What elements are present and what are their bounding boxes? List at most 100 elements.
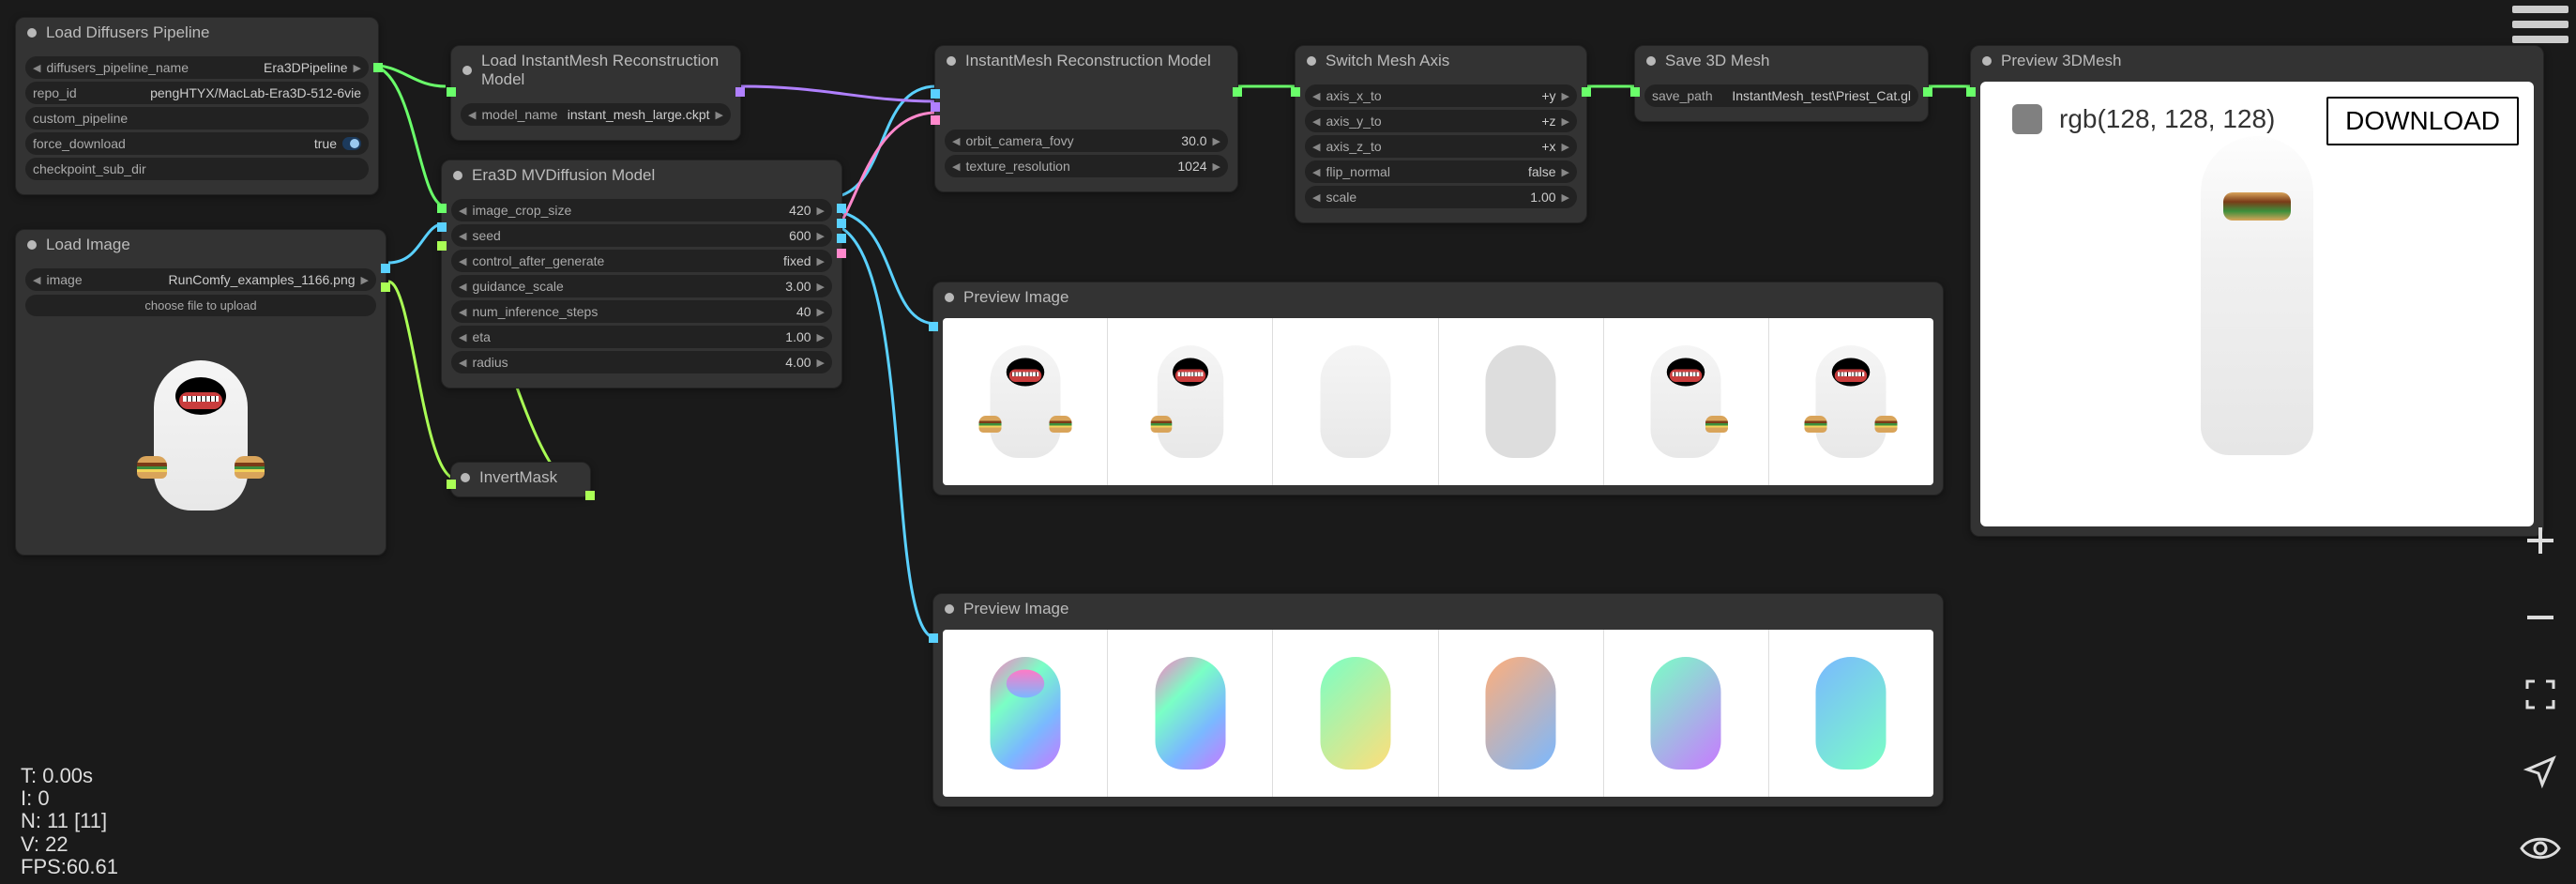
field-image-crop-size[interactable]: ◀ image_crop_size 420 ▶ — [451, 199, 832, 221]
chevron-left-icon[interactable]: ◀ — [459, 306, 466, 318]
chevron-right-icon[interactable]: ▶ — [716, 109, 723, 121]
collapse-dot-icon[interactable] — [461, 473, 470, 482]
node-header[interactable]: Load InstantMesh Reconstruction Model — [451, 46, 740, 95]
node-header[interactable]: Era3D MVDiffusion Model — [442, 160, 841, 191]
field-model-name[interactable]: ◀ model_name instant_mesh_large.ckpt ▶ — [461, 103, 731, 126]
collapse-dot-icon[interactable] — [1982, 56, 1992, 66]
chevron-left-icon[interactable]: ◀ — [459, 255, 466, 267]
collapse-dot-icon[interactable] — [453, 171, 462, 180]
chevron-right-icon[interactable]: ▶ — [1213, 135, 1220, 147]
node-header[interactable]: Preview 3DMesh — [1971, 46, 2543, 76]
output-port[interactable] — [1923, 87, 1932, 97]
input-port-2[interactable] — [931, 102, 940, 112]
collapse-dot-icon[interactable] — [1307, 56, 1316, 66]
field-diffusers-pipeline-name[interactable]: ◀ diffusers_pipeline_name Era3DPipeline … — [25, 56, 369, 79]
chevron-left-icon[interactable]: ◀ — [952, 160, 960, 173]
chevron-left-icon[interactable]: ◀ — [1312, 90, 1320, 102]
field-guidance-scale[interactable]: ◀ guidance_scale 3.00 ▶ — [451, 275, 832, 297]
field-num-inference-steps[interactable]: ◀ num_inference_steps 40 ▶ — [451, 300, 832, 323]
input-port-image[interactable] — [437, 222, 447, 232]
input-port-1[interactable] — [931, 89, 940, 99]
node-header[interactable]: InvertMask — [451, 463, 590, 493]
output-port-2[interactable] — [837, 219, 846, 228]
field-axis-x-to[interactable]: ◀ axis_x_to +y ▶ — [1305, 84, 1577, 107]
node-era3d-mvdiffusion-model[interactable]: Era3D MVDiffusion Model ◀ image_crop_siz… — [441, 160, 842, 389]
field-control-after-generate[interactable]: ◀ control_after_generate fixed ▶ — [451, 250, 832, 272]
chevron-left-icon[interactable]: ◀ — [1312, 115, 1320, 128]
input-port[interactable] — [1630, 87, 1640, 97]
mesh-3d-viewer[interactable]: rgb(128, 128, 128) DOWNLOAD — [1980, 82, 2534, 526]
collapse-dot-icon[interactable] — [1646, 56, 1656, 66]
field-checkpoint-sub-dir[interactable]: checkpoint_sub_dir — [25, 158, 369, 180]
input-port[interactable] — [929, 633, 938, 643]
node-preview-image-1[interactable]: Preview Image — [932, 282, 1944, 495]
chevron-right-icon[interactable]: ▶ — [1562, 90, 1569, 102]
input-port-3[interactable] — [931, 115, 940, 125]
chevron-left-icon[interactable]: ◀ — [459, 281, 466, 293]
node-canvas[interactable]: Load Diffusers Pipeline ◀ diffusers_pipe… — [0, 0, 2576, 884]
input-port-mask[interactable] — [437, 241, 447, 251]
field-save-path[interactable]: save_path InstantMesh_test\Priest_Cat.gl — [1644, 84, 1918, 107]
chevron-right-icon[interactable]: ▶ — [1562, 191, 1569, 204]
node-save-3d-mesh[interactable]: Save 3D Mesh save_path InstantMesh_test\… — [1634, 45, 1929, 122]
node-preview-image-2[interactable]: Preview Image — [932, 593, 1944, 807]
fullscreen-button[interactable] — [2518, 672, 2563, 717]
collapse-dot-icon[interactable] — [27, 240, 37, 250]
field-axis-z-to[interactable]: ◀ axis_z_to +x ▶ — [1305, 135, 1577, 158]
chevron-right-icon[interactable]: ▶ — [354, 62, 361, 74]
menu-icon[interactable] — [2512, 6, 2568, 43]
chevron-left-icon[interactable]: ◀ — [952, 135, 960, 147]
chevron-right-icon[interactable]: ▶ — [817, 306, 825, 318]
chevron-right-icon[interactable]: ▶ — [817, 281, 825, 293]
node-header[interactable]: Preview Image — [933, 282, 1943, 312]
chevron-right-icon[interactable]: ▶ — [817, 230, 825, 242]
chevron-right-icon[interactable]: ▶ — [817, 255, 825, 267]
node-preview-3dmesh[interactable]: Preview 3DMesh rgb(128, 128, 128) DOWNLO… — [1970, 45, 2544, 537]
field-repo-id[interactable]: repo_id pengHTYX/MacLab-Era3D-512-6vie — [25, 82, 369, 104]
collapse-dot-icon[interactable] — [945, 604, 954, 614]
output-port-mask[interactable] — [381, 282, 390, 292]
input-port[interactable] — [1291, 87, 1300, 97]
field-custom-pipeline[interactable]: custom_pipeline — [25, 107, 369, 130]
chevron-right-icon[interactable]: ▶ — [361, 274, 369, 286]
chevron-right-icon[interactable]: ▶ — [817, 205, 825, 217]
field-image[interactable]: ◀ image RunComfy_examples_1166.png ▶ — [25, 268, 376, 291]
chevron-left-icon[interactable]: ◀ — [1312, 166, 1320, 178]
input-port-pipeline[interactable] — [437, 204, 447, 213]
node-load-image[interactable]: Load Image ◀ image RunComfy_examples_116… — [15, 229, 386, 556]
node-instantmesh-recon-model[interactable]: InstantMesh Reconstruction Model ◀ orbit… — [934, 45, 1238, 192]
chevron-left-icon[interactable]: ◀ — [33, 274, 40, 286]
input-port[interactable] — [447, 87, 456, 97]
input-port[interactable] — [929, 322, 938, 331]
field-force-download[interactable]: force_download true — [25, 132, 369, 155]
chevron-left-icon[interactable]: ◀ — [1312, 141, 1320, 153]
field-eta[interactable]: ◀ eta 1.00 ▶ — [451, 326, 832, 348]
output-port[interactable] — [585, 491, 595, 500]
zoom-out-button[interactable] — [2518, 595, 2563, 640]
chevron-right-icon[interactable]: ▶ — [1562, 115, 1569, 128]
node-header[interactable]: Switch Mesh Axis — [1296, 46, 1586, 76]
chevron-left-icon[interactable]: ◀ — [459, 357, 466, 369]
node-switch-mesh-axis[interactable]: Switch Mesh Axis ◀ axis_x_to +y ▶ ◀ axis… — [1295, 45, 1587, 223]
output-port[interactable] — [1582, 87, 1591, 97]
output-port[interactable] — [735, 87, 745, 97]
node-header[interactable]: Load Diffusers Pipeline — [16, 18, 378, 48]
chevron-right-icon[interactable]: ▶ — [817, 331, 825, 343]
upload-button[interactable]: choose file to upload — [25, 295, 376, 316]
field-orbit-camera-fovy[interactable]: ◀ orbit_camera_fovy 30.0 ▶ — [945, 130, 1228, 152]
field-texture-resolution[interactable]: ◀ texture_resolution 1024 ▶ — [945, 155, 1228, 177]
chevron-left-icon[interactable]: ◀ — [33, 62, 40, 74]
collapse-dot-icon[interactable] — [947, 56, 956, 66]
field-seed[interactable]: ◀ seed 600 ▶ — [451, 224, 832, 247]
chevron-right-icon[interactable]: ▶ — [1213, 160, 1220, 173]
collapse-dot-icon[interactable] — [27, 28, 37, 38]
node-header[interactable]: InstantMesh Reconstruction Model — [935, 46, 1237, 76]
collapse-dot-icon[interactable] — [945, 293, 954, 302]
chevron-left-icon[interactable]: ◀ — [468, 109, 476, 121]
visibility-button[interactable] — [2518, 826, 2563, 871]
output-port-3[interactable] — [837, 234, 846, 243]
chevron-right-icon[interactable]: ▶ — [1562, 166, 1569, 178]
toggle-on-icon[interactable] — [342, 137, 361, 150]
chevron-left-icon[interactable]: ◀ — [459, 205, 466, 217]
node-header[interactable]: Preview Image — [933, 594, 1943, 624]
